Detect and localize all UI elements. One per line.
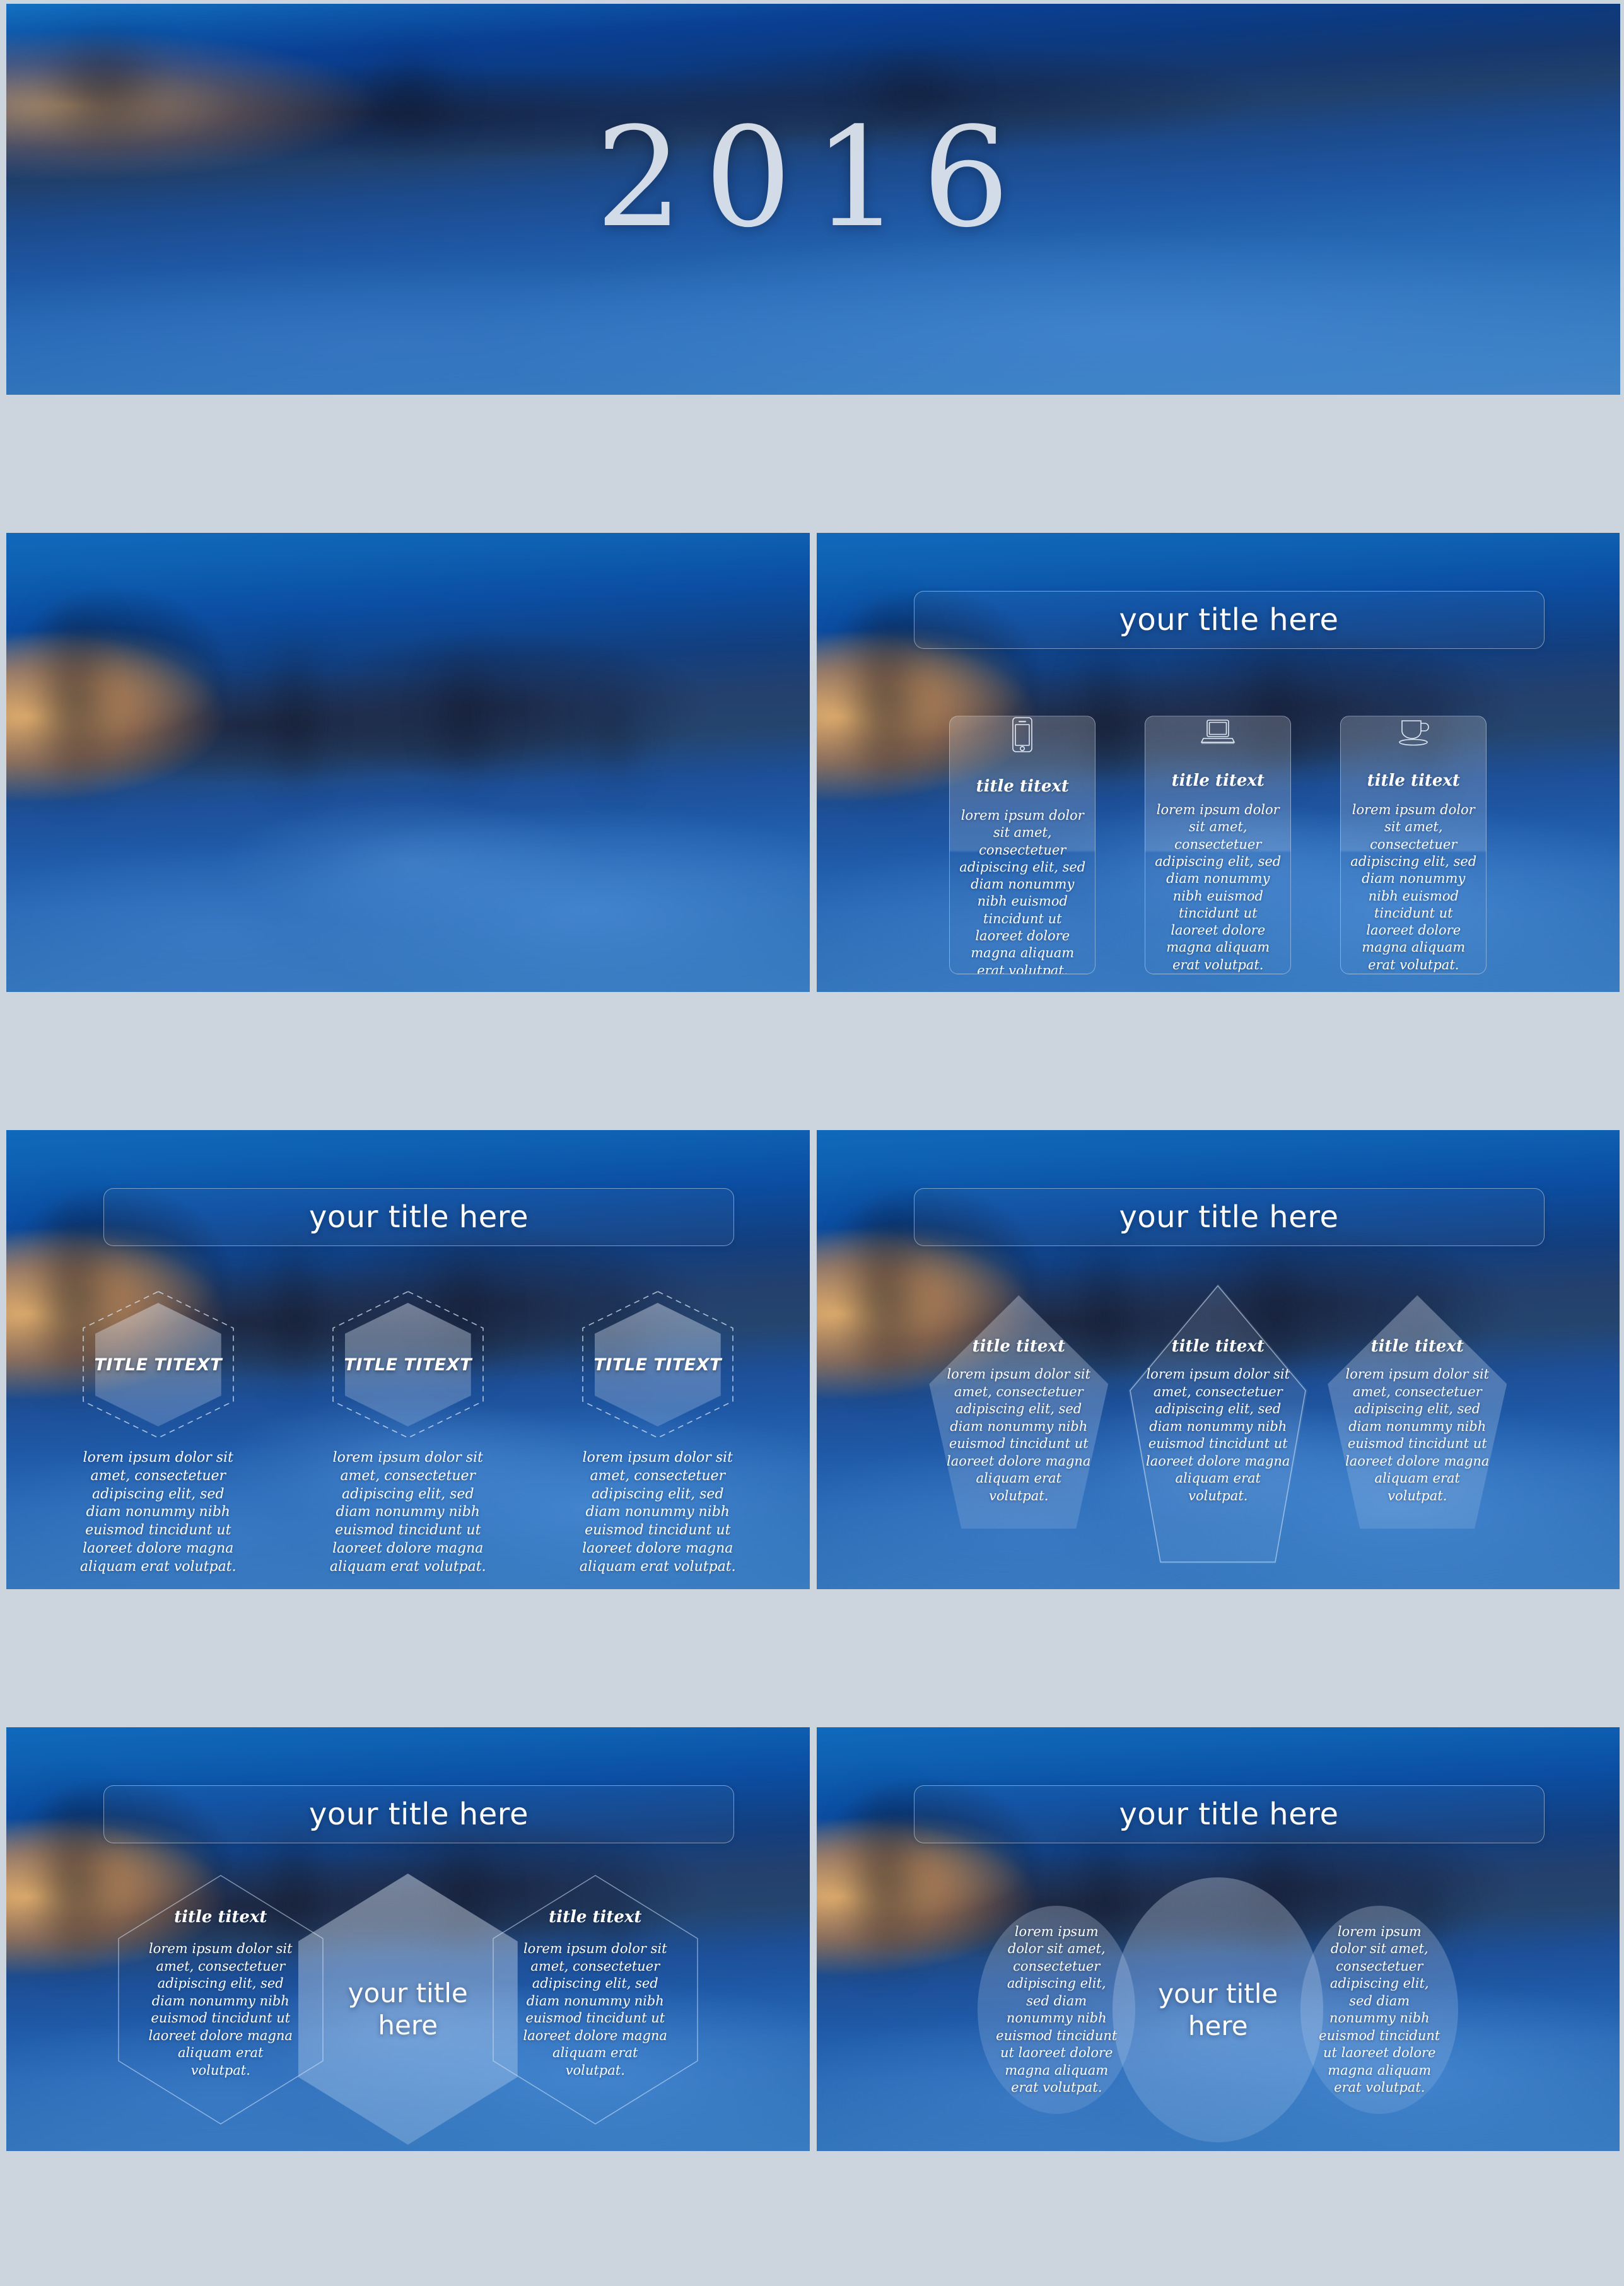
slide-title[interactable]: 2016 ios风格蓝色简约商务ppt模板 道格办公-www.daogebang… xyxy=(6,4,1620,395)
hexagon-item[interactable]: TITLE TITEXT lorem ipsum dolor sit amet,… xyxy=(563,1289,752,1577)
circle-item[interactable]: lorem ipsum dolor sit amet, consectetuer… xyxy=(1300,1906,1459,2114)
hexagon-label: TITLE TITEXT xyxy=(94,1355,222,1375)
pentagon-title: title titext xyxy=(972,1337,1065,1356)
pentagon-title: title titext xyxy=(1370,1337,1464,1356)
big-hexagon-row: title titext lorem ipsum dolor sit amet,… xyxy=(6,1874,810,2145)
big-hexagon-center[interactable]: your title here xyxy=(298,1874,518,2145)
hexagon-item[interactable]: TITLE TITEXT lorem ipsum dolor sit amet,… xyxy=(64,1289,253,1577)
coffee-cup-icon xyxy=(1341,716,1486,747)
ppt-template-preview-page: 2016 ios风格蓝色简约商务ppt模板 道格办公-www.daogebang… xyxy=(0,0,1624,2286)
circle-body: lorem ipsum dolor sit amet, consectetuer… xyxy=(996,1923,1118,2096)
circle-item[interactable]: lorem ipsum dolor sit amet, consectetuer… xyxy=(978,1906,1136,2114)
slide-title-pill: your title here xyxy=(913,1785,1545,1843)
card-row: title titext lorem ipsum dolor sit amet,… xyxy=(817,716,1620,974)
slide-title-pill: your title here xyxy=(913,1188,1545,1246)
circle-center-title: your title here xyxy=(1158,1978,1278,2041)
card-item[interactable]: title titext lorem ipsum dolor sit amet,… xyxy=(949,716,1096,974)
pentagon-item[interactable]: title titext lorem ipsum dolor sit amet,… xyxy=(1128,1284,1308,1564)
pentagon-body: lorem ipsum dolor sit amet, consectetuer… xyxy=(1345,1367,1490,1503)
slide-pentagons[interactable]: your title here title titext lorem ipsum… xyxy=(816,1130,1620,1589)
slide-title-text: your title here xyxy=(309,1199,529,1235)
slide-title-pill: your title here xyxy=(103,1785,734,1843)
laptop-icon xyxy=(1145,716,1290,747)
slide-title-text: your title here xyxy=(1119,602,1339,638)
pentagon-item[interactable]: title titext lorem ipsum dolor sit amet,… xyxy=(929,1295,1109,1529)
slide-title-text: your title here xyxy=(1119,1199,1339,1235)
big-hexagon-body: lorem ipsum dolor sit amet, consectetuer… xyxy=(523,1941,667,2078)
card-title: title titext xyxy=(1367,771,1460,791)
hexagon-label: TITLE TITEXT xyxy=(593,1355,721,1375)
card-body: lorem ipsum dolor sit amet, consectetuer… xyxy=(1350,802,1477,972)
card-body: lorem ipsum dolor sit amet, consectetuer… xyxy=(959,808,1086,974)
slide-hexagons[interactable]: your title here TITLE TITEXT lorem ipsum… xyxy=(6,1130,810,1589)
slide-circles[interactable]: your title here lorem ipsum dolor sit am… xyxy=(816,1727,1620,2151)
hero-year: 2016 xyxy=(595,98,1031,258)
card-title: title titext xyxy=(976,777,1069,796)
card-title: title titext xyxy=(1171,771,1265,791)
hexagon-item[interactable]: TITLE TITEXT lorem ipsum dolor sit amet,… xyxy=(313,1289,503,1577)
slide-title-pill: your title here xyxy=(913,591,1545,649)
slide-contents[interactable]: contents ADD YOUR TITLE HERE ADD YOUR TI… xyxy=(6,533,810,992)
circle-body: lorem ipsum dolor sit amet, consectetuer… xyxy=(1319,1923,1440,2096)
big-hexagon-body: lorem ipsum dolor sit amet, consectetuer… xyxy=(148,1941,293,2078)
circle-row: lorem ipsum dolor sit amet, consectetuer… xyxy=(817,1877,1620,2142)
big-hexagon-title: title titext xyxy=(549,1908,642,1927)
slide-title-pill: your title here xyxy=(103,1188,734,1246)
pentagon-title: title titext xyxy=(1171,1337,1265,1356)
pentagon-body: lorem ipsum dolor sit amet, consectetuer… xyxy=(947,1367,1091,1503)
big-hexagon-center-title: your title here xyxy=(348,1977,468,2041)
slide-title-text: your title here xyxy=(309,1797,529,1832)
pentagon-item[interactable]: title titext lorem ipsum dolor sit amet,… xyxy=(1328,1295,1507,1529)
slide-icon-cards[interactable]: your title here title titext lorem ipsum… xyxy=(816,533,1620,992)
pentagon-body: lorem ipsum dolor sit amet, consectetuer… xyxy=(1146,1367,1290,1503)
circle-center[interactable]: your title here xyxy=(1113,1877,1324,2142)
smartphone-icon xyxy=(950,716,1095,753)
hexagon-body: lorem ipsum dolor sit amet, consectetuer… xyxy=(579,1450,736,1575)
big-hexagon-item[interactable]: title titext lorem ipsum dolor sit amet,… xyxy=(491,1874,699,2126)
hexagon-row: TITLE TITEXT lorem ipsum dolor sit amet,… xyxy=(6,1289,810,1577)
slide-big-hexagons[interactable]: your title here title titext lorem ipsum… xyxy=(6,1727,810,2151)
slide-title-text: your title here xyxy=(1119,1797,1339,1832)
hexagon-body: lorem ipsum dolor sit amet, consectetuer… xyxy=(329,1450,486,1575)
big-hexagon-item[interactable]: title titext lorem ipsum dolor sit amet,… xyxy=(117,1874,325,2126)
hexagon-body: lorem ipsum dolor sit amet, consectetuer… xyxy=(79,1450,237,1575)
card-item[interactable]: title titext lorem ipsum dolor sit amet,… xyxy=(1145,716,1292,974)
slide-grid: 2016 ios风格蓝色简约商务ppt模板 道格办公-www.daogebang… xyxy=(6,4,1620,2282)
card-item[interactable]: title titext lorem ipsum dolor sit amet,… xyxy=(1340,716,1487,974)
hexagon-label: TITLE TITEXT xyxy=(344,1355,472,1375)
card-body: lorem ipsum dolor sit amet, consectetuer… xyxy=(1155,802,1282,972)
big-hexagon-title: title titext xyxy=(174,1908,267,1927)
pentagon-row: title titext lorem ipsum dolor sit amet,… xyxy=(817,1284,1620,1564)
